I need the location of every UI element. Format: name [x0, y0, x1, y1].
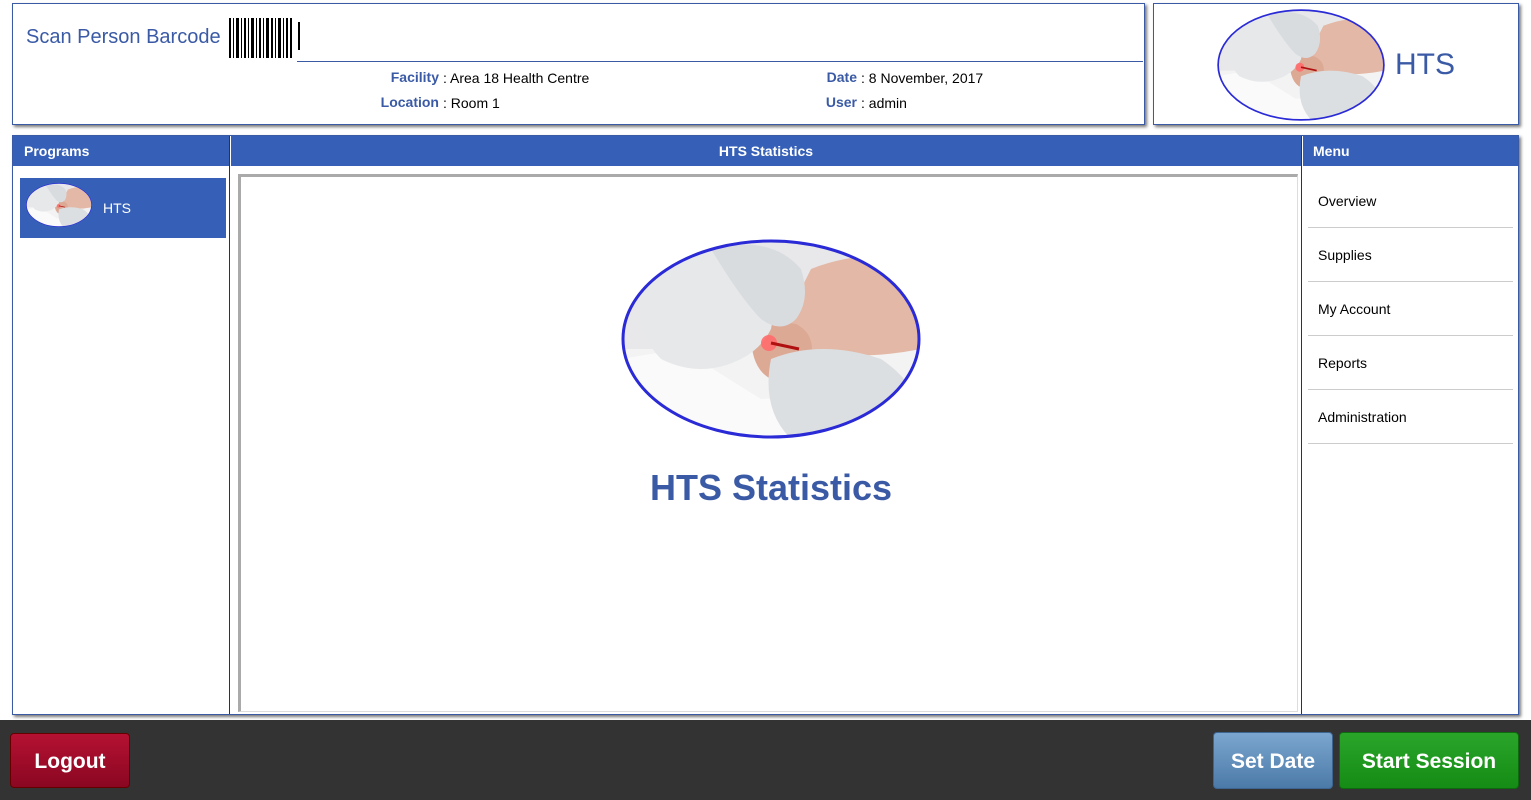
user-value: : admin	[861, 95, 907, 111]
barcode-input[interactable]	[297, 18, 1143, 62]
hts-program-icon	[26, 182, 92, 228]
user-label: User	[825, 94, 857, 110]
program-banner: HTS	[1153, 3, 1519, 125]
hero-title: HTS Statistics	[649, 467, 893, 508]
start-session-button[interactable]: Start Session	[1339, 732, 1519, 789]
set-date-button[interactable]: Set Date	[1213, 732, 1333, 789]
content-frame: HTS Statistics	[238, 174, 1298, 712]
program-title: HTS	[1395, 48, 1455, 81]
facility-label: Facility	[390, 69, 439, 85]
content-header: HTS Statistics	[231, 136, 1301, 166]
date-value: : 8 November, 2017	[861, 70, 984, 86]
menu-item-administration[interactable]: Administration	[1308, 390, 1513, 444]
hts-hero-image	[621, 239, 921, 439]
program-item-label: HTS	[103, 200, 131, 216]
menu-item-my-account[interactable]: My Account	[1308, 282, 1513, 336]
menu-item-overview[interactable]: Overview	[1308, 174, 1513, 228]
location-label: Location	[380, 94, 439, 110]
hts-logo-image	[1217, 9, 1385, 121]
scan-barcode-label: Scan Person Barcode	[26, 26, 221, 48]
menu-header: Menu	[1303, 136, 1518, 166]
location-value: : Room 1	[443, 95, 500, 111]
main-panel: Programs HTS Statistics Menu HTS HTS Sta…	[12, 135, 1519, 715]
footer-bar: Logout Set Date Start Session	[0, 720, 1531, 800]
column-divider	[229, 136, 230, 714]
text-cursor	[298, 22, 300, 50]
menu-item-reports[interactable]: Reports	[1308, 336, 1513, 390]
facility-value: : Area 18 Health Centre	[443, 70, 590, 86]
date-label: Date	[826, 69, 857, 85]
program-item-hts[interactable]: HTS	[20, 178, 226, 238]
programs-header: Programs	[13, 136, 229, 166]
logout-button[interactable]: Logout	[10, 733, 130, 788]
menu-item-supplies[interactable]: Supplies	[1308, 228, 1513, 282]
column-divider	[1301, 136, 1302, 714]
header-info-panel: Scan Person Barcode Facility : Area 18 H…	[12, 3, 1145, 125]
barcode-icon	[229, 18, 292, 58]
